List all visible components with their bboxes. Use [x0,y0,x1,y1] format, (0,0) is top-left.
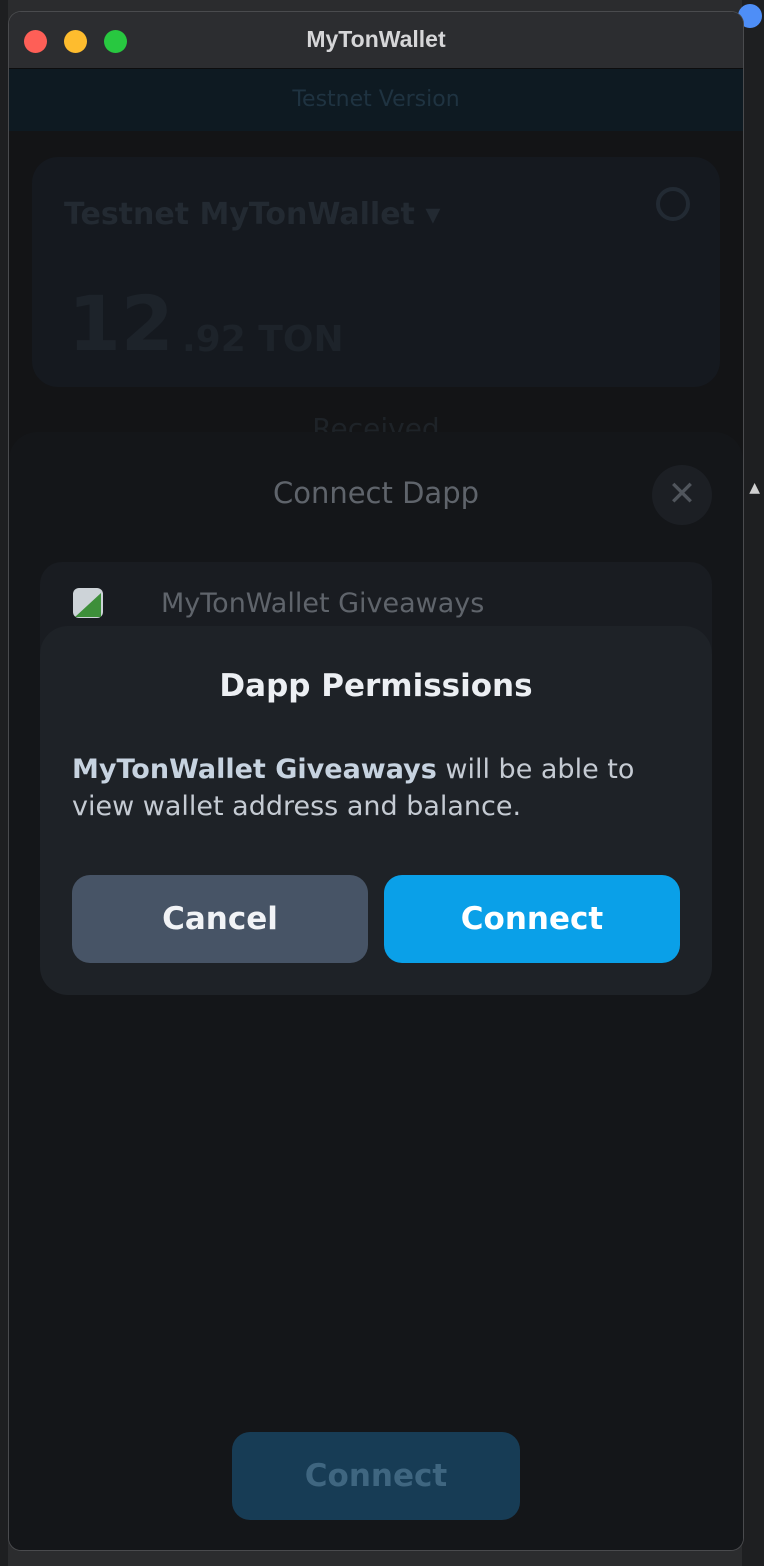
dapp-name: MyTonWallet Giveaways [161,588,485,619]
wallet-card: Testnet MyTonWallet ▾ 12 .92 TON [32,157,720,387]
sheet-title: Connect Dapp [272,476,480,510]
wallet-name: Testnet MyTonWallet ▾ [64,197,441,232]
background-window-edge [0,0,8,1566]
sheet-connect-button[interactable]: Connect [232,1432,520,1520]
dialog-description: MyTonWallet Giveaways will be able to vi… [72,751,672,825]
dapp-logo-icon [73,588,103,618]
settings-gear-icon [656,187,690,221]
connect-button[interactable]: Connect [384,875,680,963]
cancel-button[interactable]: Cancel [72,875,368,963]
network-banner: Testnet Version [9,69,743,131]
dialog-dapp-name: MyTonWallet Giveaways [72,754,437,785]
balance-integer: 12 [68,279,174,368]
title-bar: MyTonWallet [9,12,743,69]
app-window: MyTonWallet Testnet Version Testnet MyTo… [9,12,743,1550]
balance-fraction: .92 TON [182,319,344,360]
background-scroll-arrow-icon: ▲ [749,480,760,496]
window-title: MyTonWallet [306,26,446,52]
dialog-title: Dapp Permissions [219,668,533,704]
close-icon[interactable]: ✕ [652,465,712,525]
background-window-right [742,0,764,1566]
dapp-permissions-dialog: Dapp Permissions MyTonWallet Giveaways w… [40,626,712,995]
